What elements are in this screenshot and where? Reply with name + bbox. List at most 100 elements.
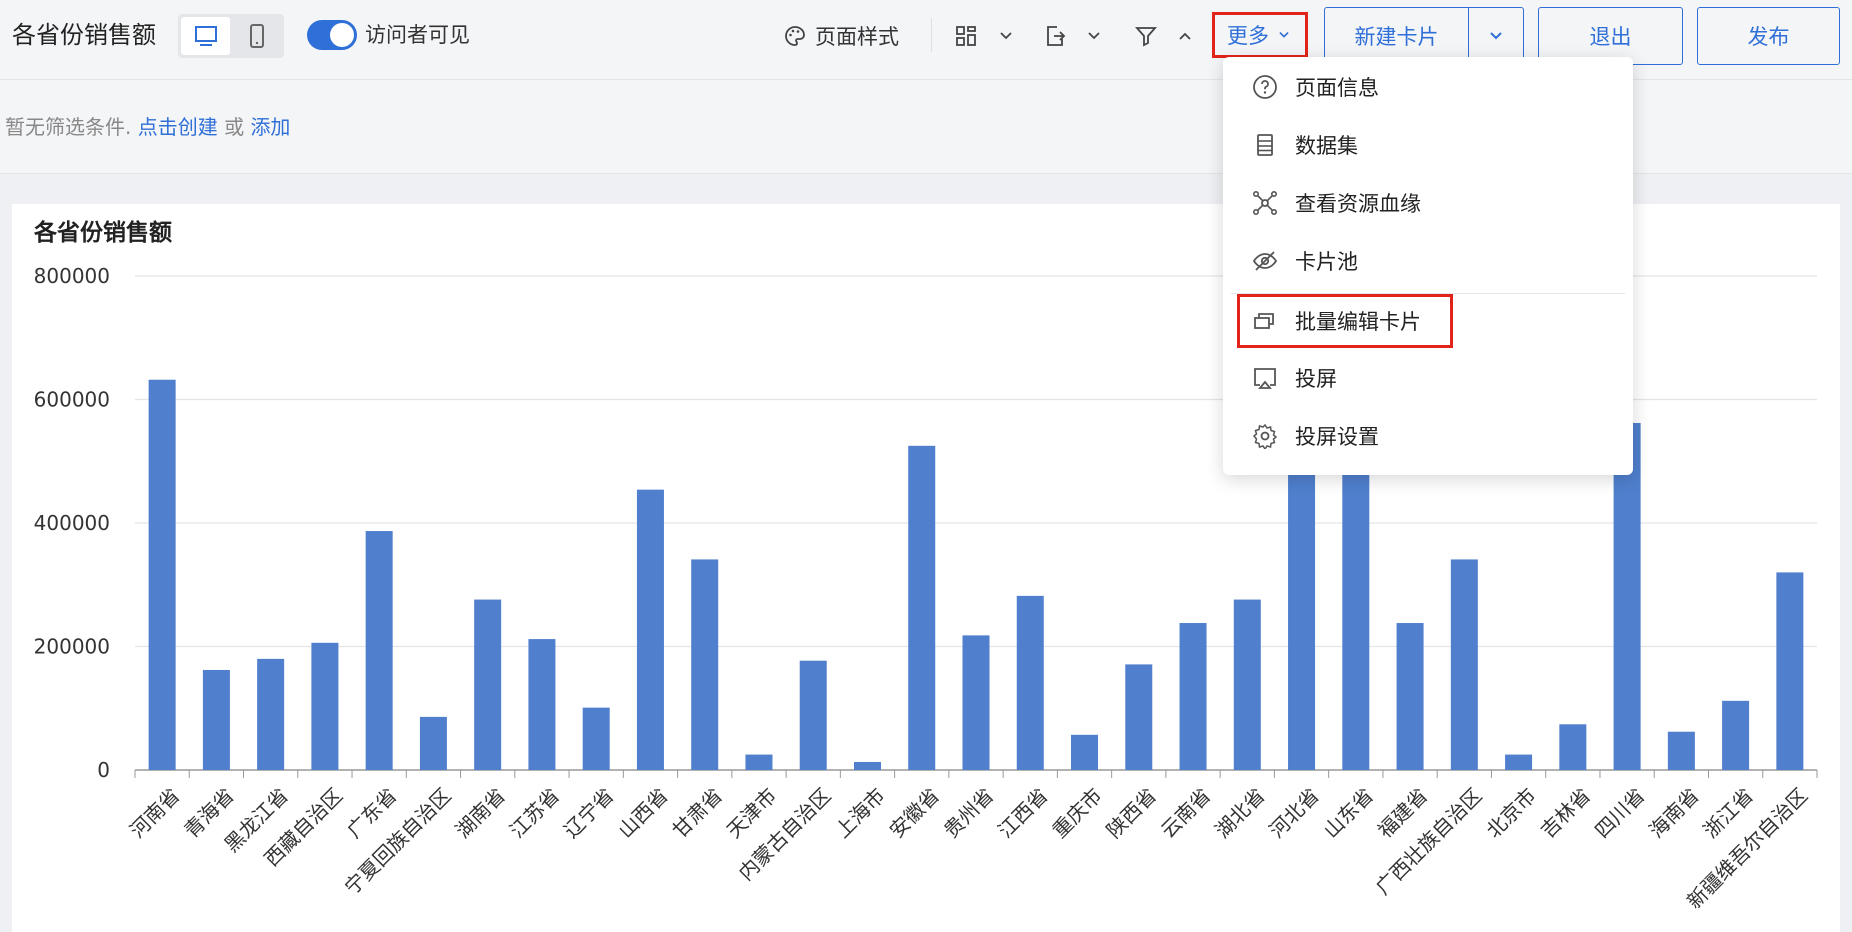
export-menu-button[interactable] (1043, 16, 1105, 56)
menu-item-label: 批量编辑卡片 (1295, 310, 1421, 334)
x-tick-label: 山东省 (1319, 783, 1378, 842)
bar (1071, 734, 1099, 770)
bar (691, 559, 719, 770)
chart-title: 各省份销售额 (34, 220, 172, 246)
more-label: 更多 (1227, 24, 1269, 48)
bar (148, 379, 176, 770)
bar (908, 445, 936, 770)
desktop-view-button[interactable] (181, 17, 230, 55)
layout-grid-icon (956, 26, 976, 46)
desktop-icon (194, 26, 217, 46)
menu-item-dataset[interactable]: 数据集 (1223, 117, 1633, 173)
page-style-label: 页面样式 (815, 25, 899, 49)
chevron-down-icon (1088, 32, 1100, 40)
filter-empty-message: 暂无筛选条件. 点击创建 或 添加 (5, 114, 290, 140)
bar (1559, 724, 1587, 770)
bar (1396, 623, 1424, 770)
y-tick-label: 600000 (34, 388, 110, 412)
chevron-up-icon (1179, 32, 1191, 40)
y-tick-label: 200000 (34, 635, 110, 659)
visitor-visible-toggle[interactable] (307, 20, 357, 50)
export-icon (1047, 26, 1066, 46)
bar (1450, 559, 1478, 770)
y-tick-label: 800000 (34, 264, 110, 288)
x-tick-label: 陕西省 (1102, 783, 1161, 842)
filter-empty-text: 暂无筛选条件. (5, 115, 132, 139)
bar (1179, 623, 1207, 770)
filter-icon (1135, 27, 1157, 47)
cast-icon (1251, 364, 1279, 392)
x-tick-label: 海南省 (1644, 783, 1703, 842)
menu-item-label: 投屏设置 (1295, 425, 1379, 449)
bar (745, 754, 773, 770)
eye-off-icon (1251, 247, 1279, 275)
x-tick-label: 湖北省 (1210, 783, 1269, 842)
bar (799, 660, 827, 770)
bar (582, 707, 610, 770)
menu-item-page-info[interactable]: 页面信息 (1223, 59, 1633, 115)
bar (1667, 731, 1695, 770)
menu-item-label: 数据集 (1295, 134, 1358, 158)
chevron-down-icon (1279, 31, 1289, 38)
x-tick-label: 江西省 (993, 783, 1052, 842)
page-title: 各省份销售额 (12, 21, 156, 49)
bar (202, 669, 230, 770)
menu-item-batch-edit[interactable]: 批量编辑卡片 (1223, 293, 1633, 349)
x-tick-label: 湖南省 (451, 783, 510, 842)
bar (1505, 754, 1533, 770)
device-toggle (178, 14, 284, 58)
x-tick-label: 上海市 (830, 783, 889, 842)
x-tick-label: 云南省 (1156, 783, 1215, 842)
filter-toggle-button[interactable] (1134, 16, 1196, 56)
more-dropdown-menu: 页面信息 数据集 查看资源血缘 卡片池 批量编辑卡片 投屏 投屏设置 (1223, 57, 1633, 475)
bar (474, 599, 502, 770)
layout-menu-button[interactable] (955, 16, 1017, 56)
y-tick-label: 0 (97, 758, 110, 782)
x-tick-label: 辽宁省 (559, 783, 618, 842)
batch-edit-icon (1251, 307, 1279, 335)
create-filter-link[interactable]: 点击创建 (138, 115, 218, 139)
bar (528, 639, 556, 770)
bar (636, 489, 664, 770)
mobile-view-button[interactable] (232, 17, 281, 55)
bar (1233, 599, 1261, 770)
more-menu-button[interactable]: 更多 (1212, 12, 1308, 58)
menu-item-card-pool[interactable]: 卡片池 (1223, 233, 1633, 289)
menu-item-cast-settings[interactable]: 投屏设置 (1223, 408, 1633, 464)
menu-item-label: 页面信息 (1295, 76, 1379, 100)
menu-item-lineage[interactable]: 查看资源血缘 (1223, 175, 1633, 231)
palette-icon (785, 26, 805, 46)
page-style-button[interactable]: 页面样式 (783, 16, 899, 56)
bar (1125, 664, 1153, 770)
bar (962, 635, 990, 770)
menu-item-cast[interactable]: 投屏 (1223, 350, 1633, 406)
x-tick-label: 河南省 (125, 783, 184, 842)
bar (311, 642, 339, 770)
bar (1288, 473, 1316, 770)
bar (1776, 572, 1804, 770)
x-tick-label: 山西省 (613, 783, 672, 842)
bar (419, 716, 447, 770)
bar (257, 658, 285, 770)
chevron-down-icon (1490, 32, 1502, 40)
x-tick-label: 河北省 (1264, 783, 1323, 842)
question-circle-icon (1251, 73, 1279, 101)
add-filter-link[interactable]: 添加 (250, 115, 290, 139)
bar (1016, 595, 1044, 770)
lineage-icon (1251, 189, 1279, 217)
bar (1722, 700, 1750, 770)
menu-item-label: 查看资源血缘 (1295, 192, 1421, 216)
visitor-visible-label: 访问者可见 (365, 23, 470, 47)
chevron-down-icon (1000, 32, 1012, 40)
toolbar-divider (931, 18, 932, 52)
x-tick-label: 吉林省 (1536, 783, 1595, 842)
x-tick-label: 北京市 (1481, 783, 1540, 842)
mobile-icon (249, 24, 264, 48)
y-tick-label: 400000 (34, 511, 110, 535)
bar (1342, 473, 1370, 770)
x-tick-label: 四川省 (1590, 783, 1649, 842)
menu-item-label: 投屏 (1295, 367, 1337, 391)
bar (853, 761, 881, 770)
x-tick-label: 安徽省 (885, 783, 944, 842)
publish-button[interactable]: 发布 (1697, 7, 1840, 65)
